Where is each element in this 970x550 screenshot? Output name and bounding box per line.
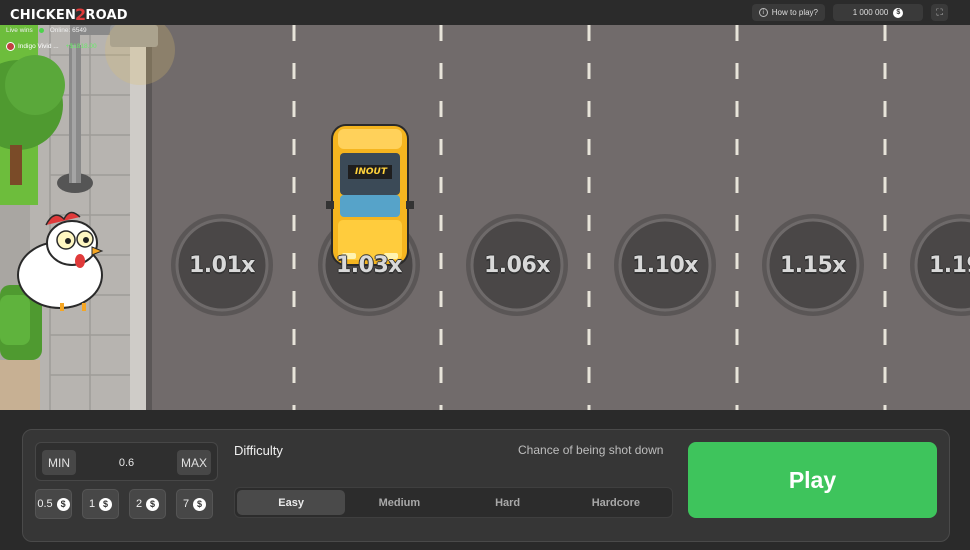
info-icon: i	[758, 8, 768, 17]
balance-value: 1 000 000	[852, 8, 889, 17]
top-bar: CHICKEN2ROAD i How to play? 1 000 000 $ …	[0, 0, 970, 25]
bet-card: MIN 0.6 MAX 0.5 $ 1 $ 2 $ 7 $ Difficulty…	[22, 429, 950, 542]
multiplier-5: 1.15x	[780, 252, 846, 278]
live-win-entry: Indigo Vivid ... +$1818.00	[6, 42, 97, 51]
fullscreen-button[interactable]: ⛶	[931, 4, 948, 21]
chip-2[interactable]: 2 $	[129, 489, 166, 519]
tab-hard[interactable]: Hard	[454, 490, 562, 515]
multiplier-6: 1.19x	[929, 252, 970, 278]
max-bet-button[interactable]: MAX	[177, 450, 211, 475]
difficulty-selector: Easy Medium Hard Hardcore	[234, 487, 673, 518]
dollar-coin-icon: $	[193, 497, 207, 511]
how-to-play-label: How to play?	[771, 8, 818, 17]
dollar-coin-icon: $	[893, 7, 904, 18]
chance-label: Chance of being shot down	[518, 443, 664, 457]
dollar-coin-icon: $	[146, 497, 160, 511]
chip-label: 7	[182, 498, 190, 510]
how-to-play-button[interactable]: i How to play?	[751, 4, 825, 21]
multiplier-1: 1.01x	[189, 252, 255, 278]
dollar-coin-icon: $	[56, 497, 70, 511]
game-logo: CHICKEN2ROAD	[10, 5, 128, 24]
online-dot-icon	[38, 28, 44, 33]
chip-1[interactable]: 1 $	[82, 489, 119, 519]
multiplier-3: 1.06x	[484, 252, 550, 278]
chip-0-5[interactable]: 0.5 $	[35, 489, 72, 519]
tab-easy[interactable]: Easy	[237, 490, 346, 515]
bet-amount-input[interactable]: 0.6	[76, 443, 177, 482]
balance-display: 1 000 000 $	[833, 4, 923, 21]
chip-label: 2	[135, 498, 143, 510]
multiplier-2: 1.03x	[336, 252, 402, 278]
tab-medium[interactable]: Medium	[345, 490, 453, 515]
winner-amount: +$1818.00	[65, 43, 97, 50]
avatar	[6, 42, 15, 51]
multiplier-4: 1.10x	[632, 252, 698, 278]
control-panel: MIN 0.6 MAX 0.5 $ 1 $ 2 $ 7 $ Difficulty…	[0, 410, 970, 550]
winner-name: Indigo Vivid ...	[18, 43, 59, 50]
chip-7[interactable]: 7 $	[176, 489, 213, 519]
fullscreen-icon: ⛶	[936, 7, 943, 18]
live-wins-title: Live wins	[6, 27, 33, 34]
game-scene: 1.01x 1.03x 1.06x 1.10x 1.15x 1.19x INOU…	[0, 25, 970, 410]
dollar-coin-icon: $	[99, 497, 113, 511]
live-wins: Live wins Online: 6549	[6, 27, 87, 34]
tab-hardcore[interactable]: Hardcore	[562, 490, 670, 515]
online-count: Online: 6549	[49, 27, 87, 34]
chip-label: 1	[88, 498, 96, 510]
chip-label: 0.5	[37, 498, 53, 510]
difficulty-label: Difficulty	[234, 443, 283, 458]
bet-amount-box: MIN 0.6 MAX	[35, 442, 218, 481]
quick-bet-chips: 0.5 $ 1 $ 2 $ 7 $	[35, 489, 213, 519]
min-bet-button[interactable]: MIN	[42, 450, 76, 475]
car-logo: INOUT	[355, 167, 387, 177]
play-button[interactable]: Play	[688, 442, 937, 518]
